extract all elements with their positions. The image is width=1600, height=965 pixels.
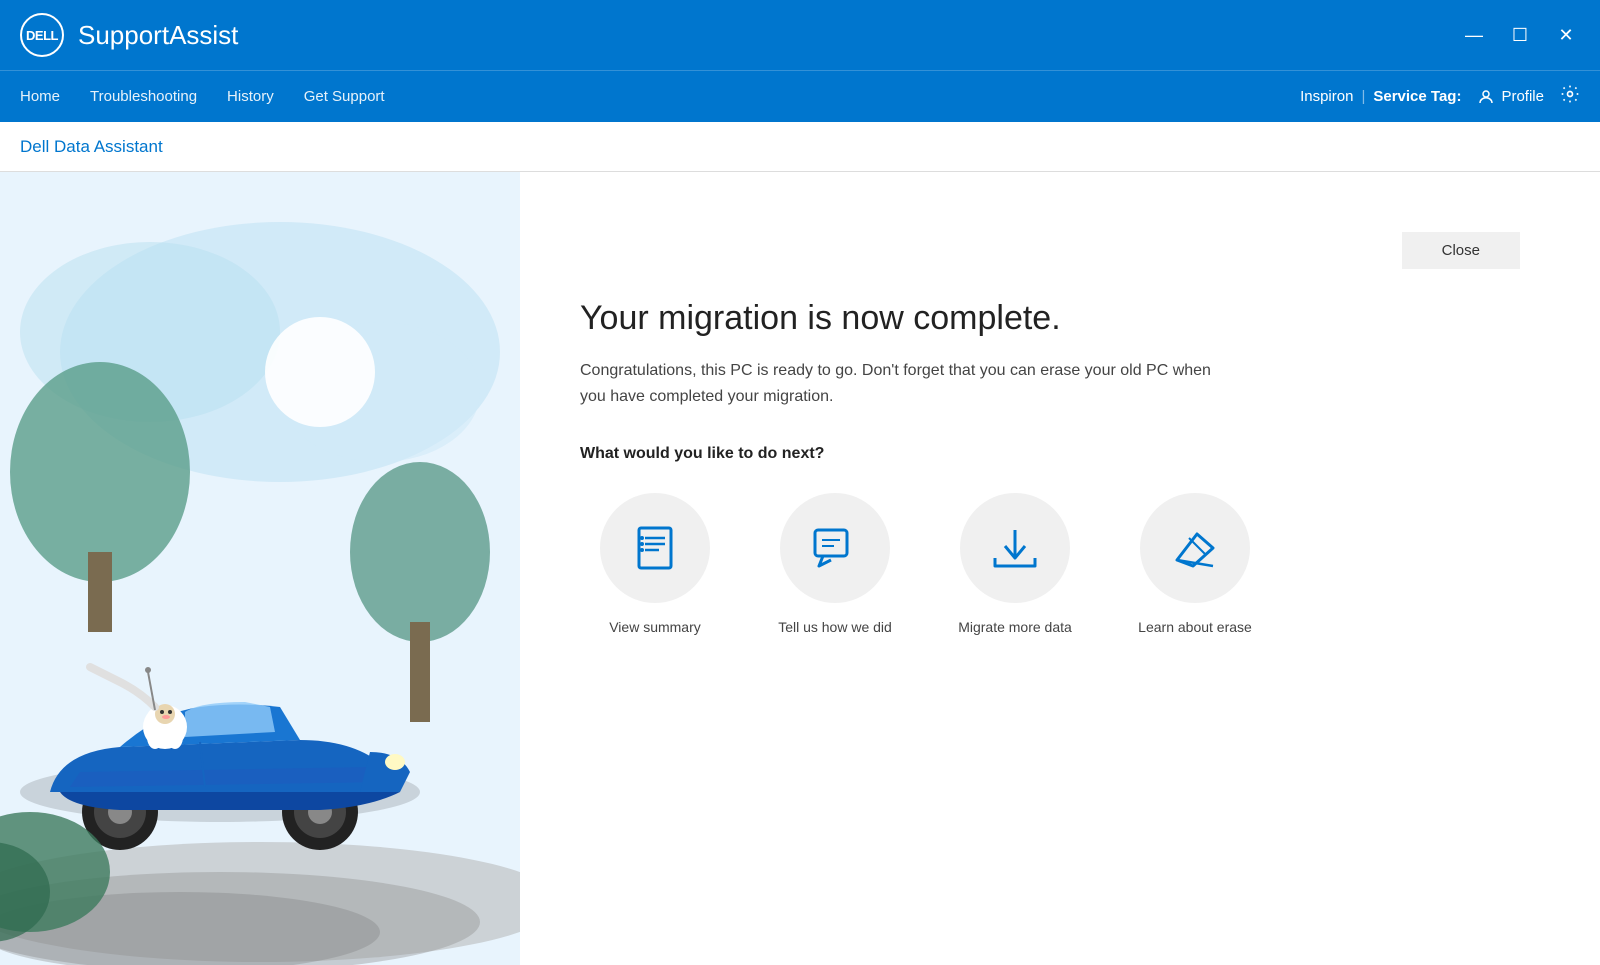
next-label: What would you like to do next? — [580, 445, 1520, 463]
nav-bar: Home Troubleshooting History Get Support… — [0, 70, 1600, 122]
learn-erase-card[interactable]: Learn about erase — [1120, 493, 1270, 635]
view-summary-label: View summary — [609, 619, 701, 635]
nav-home[interactable]: Home — [20, 84, 60, 109]
nav-divider: | — [1361, 88, 1365, 105]
maximize-button[interactable]: ☐ — [1506, 21, 1534, 49]
sub-header-title: Dell Data Assistant — [20, 137, 163, 157]
service-tag-label: Service Tag: — [1373, 88, 1461, 105]
profile-button[interactable]: Profile — [1477, 88, 1544, 106]
feedback-icon — [809, 522, 861, 574]
migrate-more-circle — [960, 493, 1070, 603]
erase-icon — [1169, 522, 1221, 574]
settings-button[interactable] — [1560, 84, 1580, 109]
learn-erase-circle — [1140, 493, 1250, 603]
illustration-svg — [0, 172, 520, 965]
close-button-row: Close — [580, 232, 1520, 269]
migration-title: Your migration is now complete. — [580, 299, 1520, 338]
gear-icon — [1560, 84, 1580, 104]
view-summary-circle — [600, 493, 710, 603]
window-controls: — ☐ ✕ — [1460, 21, 1580, 49]
nav-get-support[interactable]: Get Support — [304, 84, 385, 109]
migrate-more-card[interactable]: Migrate more data — [940, 493, 1090, 635]
app-title: SupportAssist — [78, 20, 1460, 51]
close-button[interactable]: Close — [1402, 232, 1520, 269]
summary-icon — [629, 522, 681, 574]
sub-header: Dell Data Assistant — [0, 122, 1600, 172]
tell-us-card[interactable]: Tell us how we did — [760, 493, 910, 635]
minimize-button[interactable]: — — [1460, 21, 1488, 49]
migrate-more-label: Migrate more data — [958, 619, 1072, 635]
nav-troubleshooting[interactable]: Troubleshooting — [90, 84, 197, 109]
tell-us-label: Tell us how we did — [778, 619, 892, 635]
action-cards: View summary Tell us how we did — [580, 493, 1520, 635]
nav-right: Inspiron | Service Tag: Profile — [1300, 84, 1580, 109]
dell-logo: DELL — [20, 13, 64, 57]
profile-icon — [1477, 88, 1495, 106]
title-bar: DELL SupportAssist — ☐ ✕ — [0, 0, 1600, 70]
illustration-area — [0, 172, 520, 965]
tell-us-circle — [780, 493, 890, 603]
nav-history[interactable]: History — [227, 84, 274, 109]
device-info: Inspiron | Service Tag: — [1300, 88, 1461, 105]
migration-subtitle: Congratulations, this PC is ready to go.… — [580, 358, 1220, 409]
main-content: Close Your migration is now complete. Co… — [0, 172, 1600, 965]
profile-label: Profile — [1501, 88, 1544, 105]
migrate-icon — [989, 522, 1041, 574]
view-summary-card[interactable]: View summary — [580, 493, 730, 635]
nav-links: Home Troubleshooting History Get Support — [20, 84, 1300, 109]
content-area: Close Your migration is now complete. Co… — [520, 172, 1600, 965]
close-window-button[interactable]: ✕ — [1552, 21, 1580, 49]
learn-erase-label: Learn about erase — [1138, 619, 1252, 635]
device-name: Inspiron — [1300, 88, 1353, 105]
